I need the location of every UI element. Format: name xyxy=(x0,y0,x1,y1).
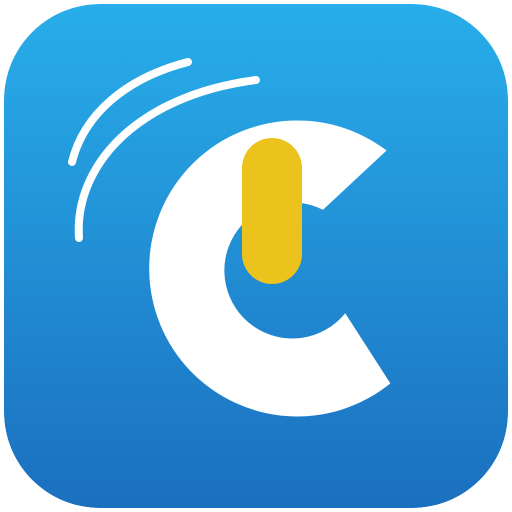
app-icon[interactable] xyxy=(4,4,508,508)
power-c-logo-icon xyxy=(4,4,508,508)
power-bar-icon xyxy=(242,138,302,284)
